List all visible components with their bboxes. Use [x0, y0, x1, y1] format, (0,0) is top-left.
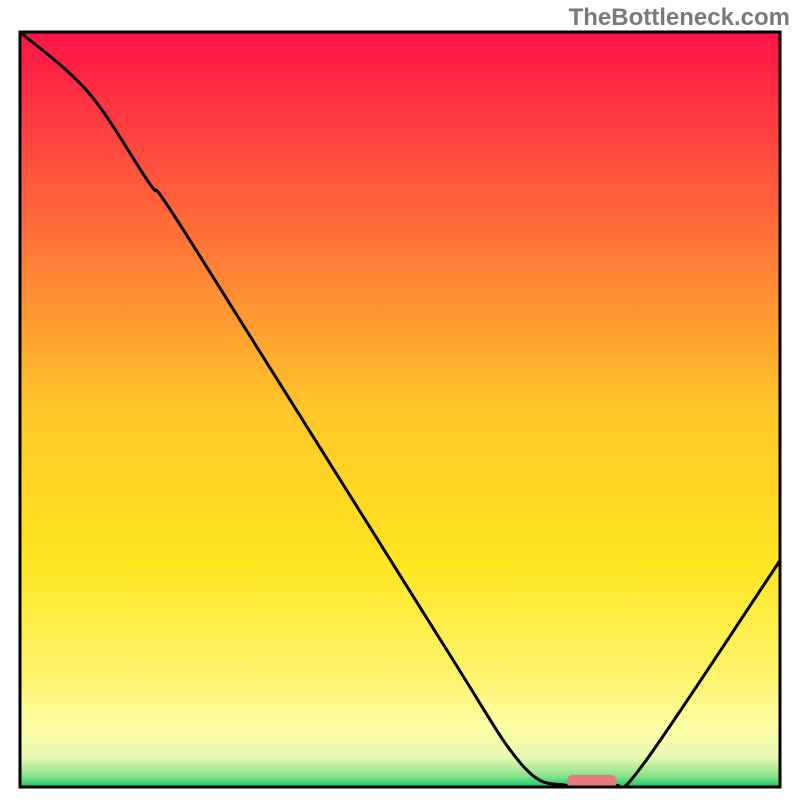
- chart-stage: TheBottleneck.com: [0, 0, 800, 800]
- bottleneck-curve-plot: [0, 0, 800, 800]
- gradient-background: [20, 32, 780, 787]
